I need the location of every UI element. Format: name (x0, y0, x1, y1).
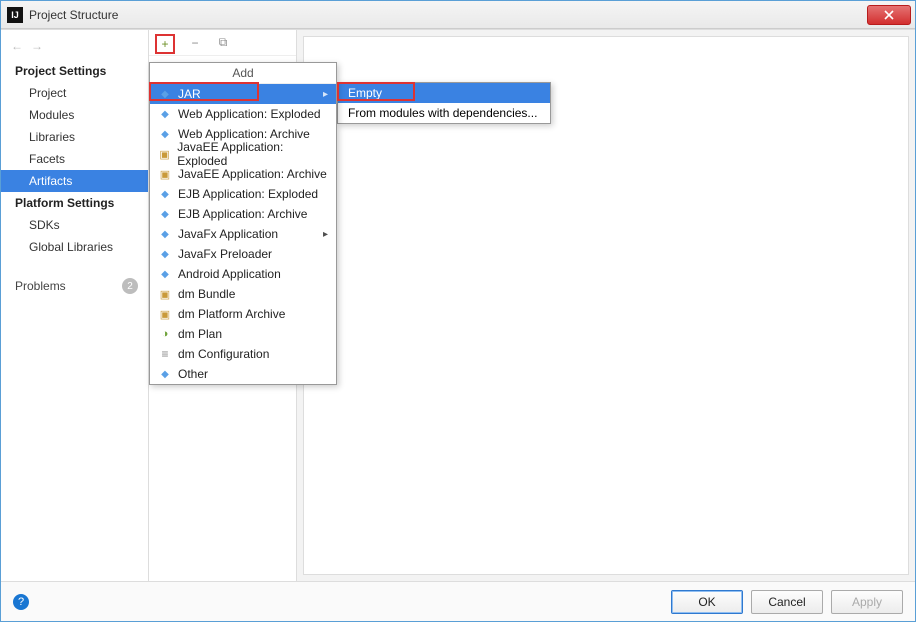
menu-item-label: dm Platform Archive (178, 307, 285, 321)
box-ico-icon (158, 167, 172, 181)
menu-item-label: EJB Application: Exploded (178, 187, 318, 201)
box-ico-icon (158, 307, 172, 321)
blue-dots-icon (158, 127, 172, 141)
sidebar-item-problems[interactable]: Problems 2 (1, 274, 148, 298)
dialog-body: ← → Project Settings Project Modules Lib… (1, 29, 915, 581)
add-menu-item-dm-bundle[interactable]: dm Bundle (150, 284, 336, 304)
add-menu-item-other[interactable]: Other (150, 364, 336, 384)
dialog-window: IJ Project Structure ← → Project Setting… (0, 0, 916, 622)
blue-dots-icon (158, 107, 172, 121)
sidebar: ← → Project Settings Project Modules Lib… (1, 30, 149, 581)
nav-history: ← → (1, 36, 148, 60)
menu-item-label: Other (178, 367, 208, 381)
menu-item-label: EJB Application: Archive (178, 207, 307, 221)
sidebar-item-project[interactable]: Project (1, 82, 148, 104)
add-menu-item-dm-platform-archive[interactable]: dm Platform Archive (150, 304, 336, 324)
blue-dots-icon (158, 227, 172, 241)
menu-item-label: Android Application (178, 267, 281, 281)
app-icon: IJ (7, 7, 23, 23)
jar-submenu-item-empty[interactable]: Empty (338, 83, 550, 103)
sidebar-section-project-settings: Project Settings (1, 60, 148, 82)
add-menu-item-web-application-exploded[interactable]: Web Application: Exploded (150, 104, 336, 124)
blue-dots-icon (158, 87, 172, 101)
close-button[interactable] (867, 5, 911, 25)
copy-button[interactable]: ⧉ (215, 35, 231, 51)
problems-count-badge: 2 (122, 278, 138, 294)
close-icon (884, 10, 894, 20)
add-menu-item-dm-plan[interactable]: dm Plan (150, 324, 336, 344)
add-menu-item-android-application[interactable]: Android Application (150, 264, 336, 284)
menu-item-label: dm Configuration (178, 347, 269, 361)
blue-dots-icon (158, 187, 172, 201)
sidebar-item-facets[interactable]: Facets (1, 148, 148, 170)
add-menu-header: Add (150, 63, 336, 84)
menu-item-label: JavaFx Application (178, 227, 278, 241)
blue-dots-icon (158, 267, 172, 281)
sidebar-section-platform-settings: Platform Settings (1, 192, 148, 214)
add-menu-item-ejb-application-exploded[interactable]: EJB Application: Exploded (150, 184, 336, 204)
menu-item-label: Web Application: Exploded (178, 107, 321, 121)
add-menu-item-javaee-application-archive[interactable]: JavaEE Application: Archive (150, 164, 336, 184)
add-menu-item-javafx-preloader[interactable]: JavaFx Preloader (150, 244, 336, 264)
plus-icon: + (161, 37, 168, 51)
blue-dots-icon (158, 367, 172, 381)
box-ico-icon (158, 147, 171, 161)
menu-item-label: JavaFx Preloader (178, 247, 272, 261)
back-icon[interactable]: ← (11, 39, 23, 53)
cancel-button[interactable]: Cancel (751, 590, 823, 614)
window-title: Project Structure (29, 8, 867, 22)
add-menu-item-dm-configuration[interactable]: dm Configuration (150, 344, 336, 364)
sidebar-item-sdks[interactable]: SDKs (1, 214, 148, 236)
submenu-arrow-icon: ▸ (323, 89, 328, 100)
help-button[interactable]: ? (13, 594, 29, 610)
forward-icon[interactable]: → (31, 39, 43, 53)
add-menu-item-jar[interactable]: JAR ▸ (150, 84, 336, 104)
ok-button[interactable]: OK (671, 590, 743, 614)
jar-submenu-item-from-modules-with-dependencies-[interactable]: From modules with dependencies... (338, 103, 550, 123)
menu-item-label: JavaEE Application: Archive (178, 167, 327, 181)
menu-item-label: dm Plan (178, 327, 222, 341)
artifact-toolbar: + − ⧉ (149, 30, 296, 56)
sidebar-item-artifacts[interactable]: Artifacts (1, 170, 148, 192)
cfg-ico-icon (158, 347, 172, 361)
menu-item-label: JAR (178, 87, 201, 101)
sidebar-item-modules[interactable]: Modules (1, 104, 148, 126)
add-menu-item-javafx-application[interactable]: JavaFx Application ▸ (150, 224, 336, 244)
add-button[interactable]: + (155, 34, 175, 54)
green-ico-icon (158, 327, 172, 341)
menu-item-label: JavaEE Application: Exploded (177, 140, 328, 168)
apply-button[interactable]: Apply (831, 590, 903, 614)
blue-dots-icon (158, 207, 172, 221)
add-artifact-menu: Add JAR▸Web Application: ExplodedWeb App… (149, 62, 337, 385)
jar-submenu: EmptyFrom modules with dependencies... (337, 82, 551, 124)
remove-button[interactable]: − (187, 35, 203, 51)
add-menu-item-ejb-application-archive[interactable]: EJB Application: Archive (150, 204, 336, 224)
blue-dots-icon (158, 247, 172, 261)
sidebar-item-libraries[interactable]: Libraries (1, 126, 148, 148)
dialog-footer: ? OK Cancel Apply (1, 581, 915, 621)
submenu-arrow-icon: ▸ (323, 229, 328, 240)
box-ico-icon (158, 287, 172, 301)
menu-item-label: dm Bundle (178, 287, 235, 301)
sidebar-item-global-libraries[interactable]: Global Libraries (1, 236, 148, 258)
add-menu-item-javaee-application-exploded[interactable]: JavaEE Application: Exploded (150, 144, 336, 164)
menu-item-label: Web Application: Archive (178, 127, 310, 141)
titlebar: IJ Project Structure (1, 1, 915, 29)
problems-label: Problems (15, 279, 66, 293)
